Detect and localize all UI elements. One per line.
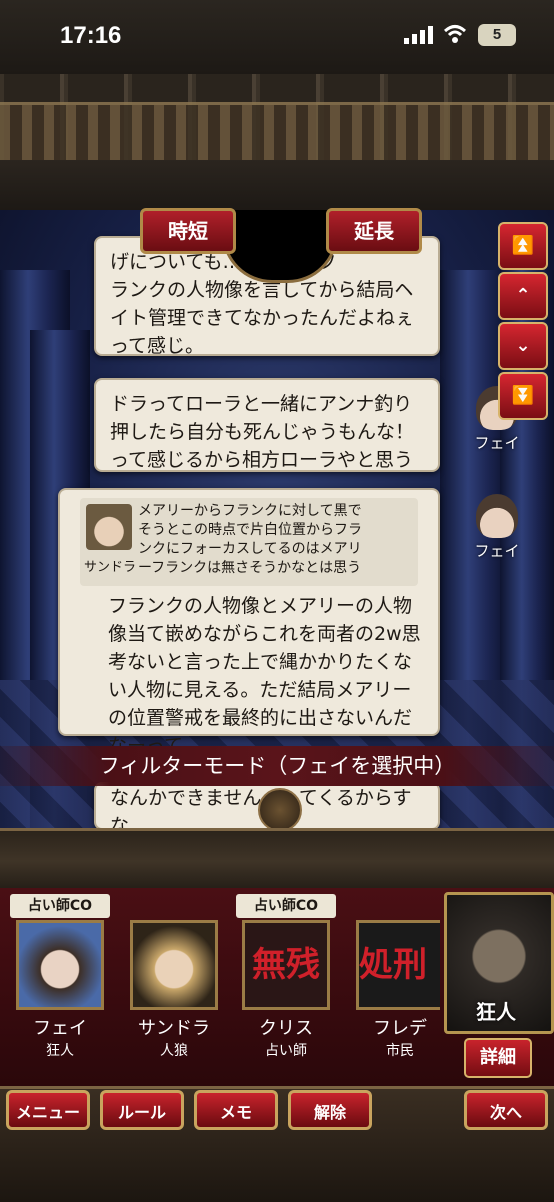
next-button[interactable]: 次へ xyxy=(464,1090,548,1130)
speaker-name: フェイ xyxy=(474,434,520,452)
chevron-down-icon: ⌄ xyxy=(515,335,531,356)
double-chevron-down-icon: ⏬ xyxy=(511,385,535,406)
chevron-up-icon: ⌃ xyxy=(515,285,531,306)
player-card[interactable]: 占い師CO 無残 クリス 占い師 xyxy=(236,890,336,1070)
speaker-name: フェイ xyxy=(474,542,520,560)
player-role: 狂人 xyxy=(46,1043,74,1059)
wifi-icon xyxy=(444,25,466,43)
status-time: 17:16 xyxy=(60,22,122,49)
scroll-bottom-button[interactable]: ⏬ xyxy=(498,372,548,420)
release-button[interactable]: 解除 xyxy=(288,1090,372,1130)
player-name: フェイ xyxy=(33,1018,87,1039)
rule-button[interactable]: ルール xyxy=(100,1090,184,1130)
player-role: 占い師 xyxy=(265,1043,307,1059)
player-name: フレデ xyxy=(373,1018,427,1039)
scroll-top-button[interactable]: ⏫ xyxy=(498,222,548,270)
player-card[interactable]: 処刑 フレデ 市民 xyxy=(350,890,440,1070)
memo-button[interactable]: メモ xyxy=(194,1090,278,1130)
quoted-text: メアリーからフランクに対して黒で そうとこの時点で片白位置からフラ ンクにフォー… xyxy=(138,503,362,576)
detail-button[interactable]: 詳細 xyxy=(464,1038,532,1078)
speaker-avatar[interactable]: フェイ xyxy=(462,494,532,564)
extend-time-button[interactable]: 延長 xyxy=(326,208,422,254)
quoted-speaker-name: サンドラ xyxy=(83,560,136,575)
player-card[interactable]: 占い師CO フェイ 狂人 xyxy=(10,890,110,1070)
player-role: 人狼 xyxy=(160,1043,188,1059)
player-name: サンドラ xyxy=(138,1018,210,1039)
ornate-top-frame xyxy=(0,74,554,214)
menu-button[interactable]: メニュー xyxy=(6,1090,90,1130)
scroll-down-button[interactable]: ⌄ xyxy=(498,322,548,370)
ornate-bottom-frame xyxy=(0,828,554,891)
player-portrait xyxy=(130,920,218,1010)
player-name: クリス xyxy=(259,1018,313,1039)
scroll-up-button[interactable]: ⌃ xyxy=(498,272,548,320)
executed-stamp: 処刑 xyxy=(356,920,440,1010)
shorten-time-button[interactable]: 時短 xyxy=(140,208,236,254)
self-role-label: 狂人 xyxy=(476,1000,516,1024)
battery-indicator: 5 xyxy=(478,24,516,46)
player-card[interactable]: サンドラ 人狼 xyxy=(124,890,224,1070)
player-portrait xyxy=(16,920,104,1010)
avatar-face xyxy=(476,494,518,538)
filter-mode-banner[interactable]: フィルターモード（フェイを選択中） xyxy=(0,746,554,786)
double-chevron-up-icon: ⏫ xyxy=(511,235,535,256)
wolf-emblem-icon xyxy=(258,788,302,832)
player-co-tag: 占い師CO xyxy=(10,894,110,918)
player-role: 市民 xyxy=(386,1043,414,1059)
cellular-signal-icon xyxy=(404,26,433,44)
ornate-band xyxy=(0,102,554,166)
frame-shadow xyxy=(0,160,554,214)
player-co-tag: 占い師CO xyxy=(236,894,336,918)
chat-bubble: ドラってローラと一緒にアンナ釣り 押したら自分も死んじゃうもんな！ って感じるか… xyxy=(94,378,440,472)
dead-stamp: 無残 xyxy=(242,920,330,1010)
quoted-speaker-avatar xyxy=(86,504,132,550)
